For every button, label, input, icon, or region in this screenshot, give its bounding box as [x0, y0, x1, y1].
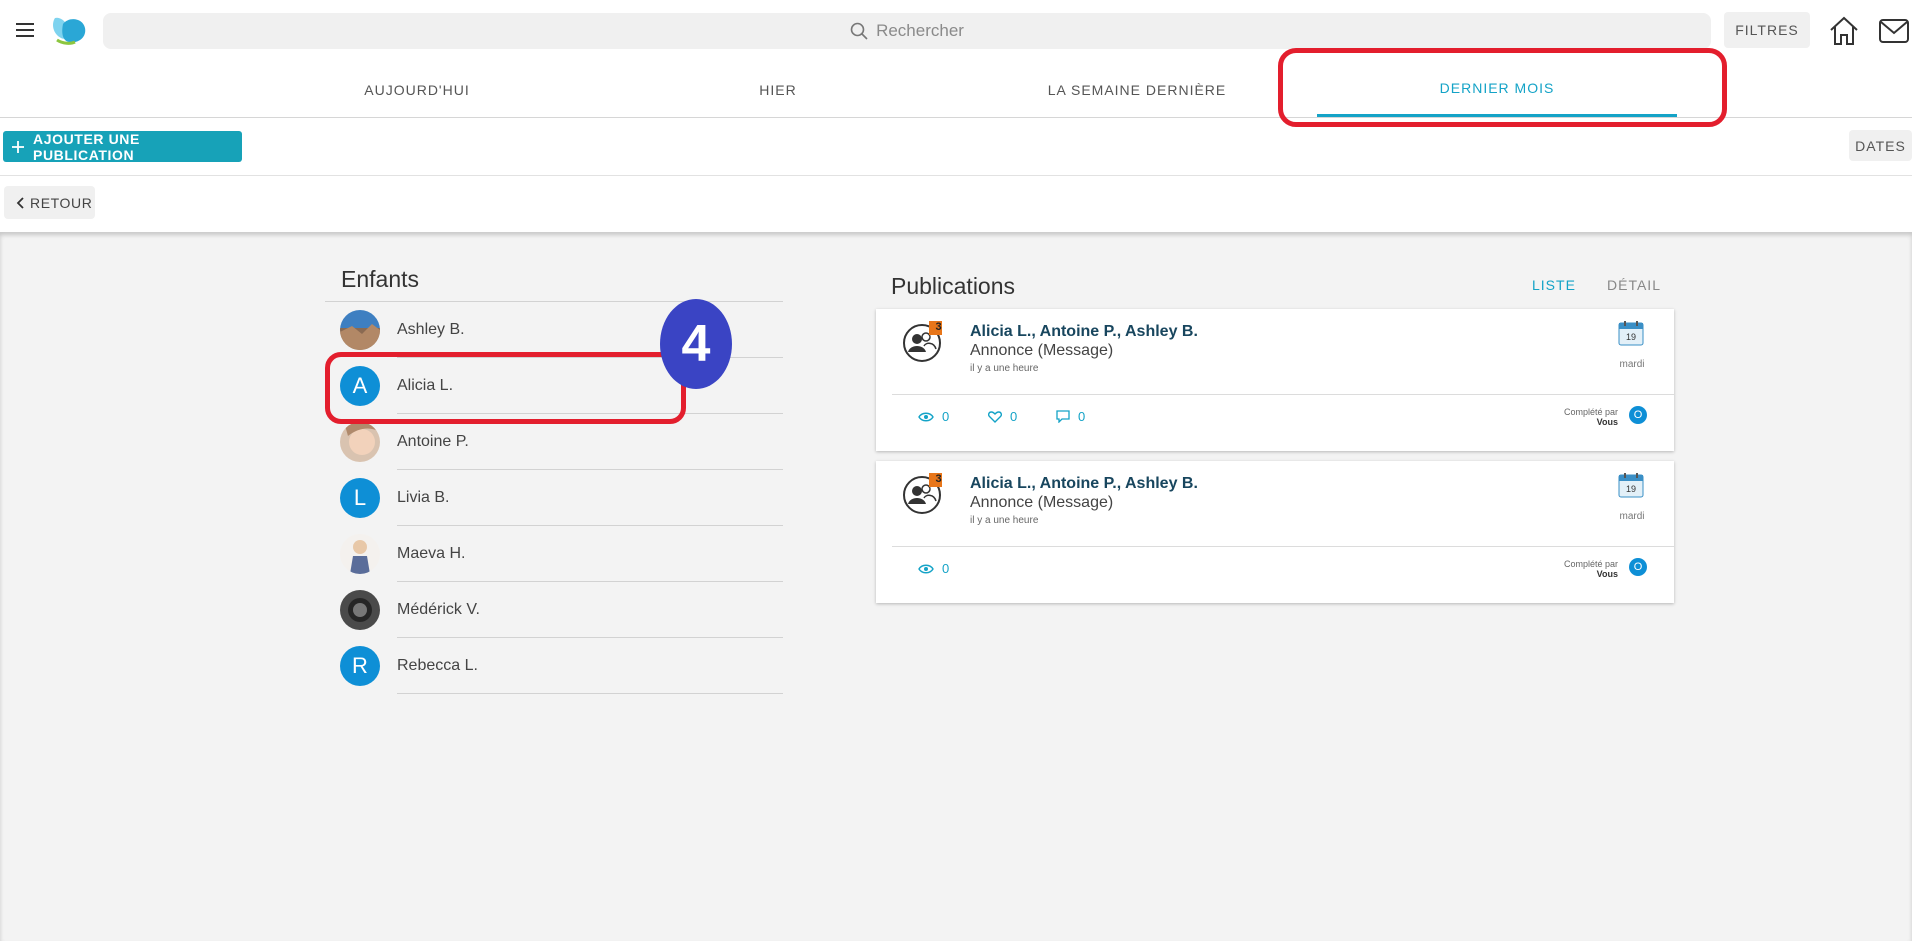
- comments-count: 0: [1078, 409, 1086, 424]
- publications-heading: Publications: [891, 273, 1016, 299]
- publication-type: Annonce (Message): [970, 342, 1114, 359]
- publication-card[interactable]: 3 Alicia L., Antoine P., Ashley B. Annon…: [876, 309, 1674, 451]
- card-divider: [892, 546, 1674, 547]
- heart-icon: [988, 410, 1002, 423]
- avatar: [340, 422, 380, 462]
- back-button[interactable]: RETOUR: [4, 186, 95, 219]
- chevron-left-icon: [16, 196, 24, 209]
- views-stat[interactable]: 0: [918, 561, 949, 576]
- dates-button[interactable]: DATES: [1849, 130, 1912, 161]
- completed-label: Complété par: [1563, 559, 1618, 569]
- calendar-day: 19: [1625, 332, 1636, 342]
- menu-icon[interactable]: [14, 22, 36, 38]
- view-detail-toggle[interactable]: DÉTAIL: [1607, 277, 1661, 293]
- completed-by: Complété par Vous: [1564, 559, 1618, 579]
- publication-type: Annonce (Message): [970, 494, 1114, 511]
- app-logo-icon[interactable]: [49, 14, 89, 46]
- likes-stat[interactable]: 0: [988, 409, 1017, 424]
- child-item-rebecca[interactable]: R Rebecca L.: [340, 638, 783, 694]
- avatar: L: [340, 478, 380, 518]
- home-icon[interactable]: [1828, 15, 1860, 47]
- filters-button[interactable]: FILTRES: [1724, 12, 1810, 48]
- card-divider: [892, 394, 1674, 395]
- publication-weekday: mardi: [1619, 359, 1645, 370]
- avatar: [340, 534, 380, 574]
- group-count: 3: [935, 473, 942, 485]
- add-publication-label: AJOUTER UNE PUBLICATION: [33, 130, 140, 163]
- annotation-highlight-tab: [1278, 48, 1727, 127]
- annotation-highlight-child: [325, 352, 686, 424]
- back-label: RETOUR: [30, 194, 93, 211]
- search-icon: [850, 22, 868, 40]
- plus-icon: [11, 140, 25, 154]
- publication-card[interactable]: 3 Alicia L., Antoine P., Ashley B. Annon…: [876, 461, 1674, 603]
- completed-label: Complété par: [1563, 407, 1618, 417]
- completed-by: Complété par Vous: [1564, 407, 1618, 427]
- publication-time: il y a une heure: [970, 363, 1039, 374]
- likes-count: 0: [1010, 409, 1018, 424]
- publication-recipients: Alicia L., Antoine P., Ashley B.: [970, 323, 1198, 340]
- views-count: 0: [942, 561, 950, 576]
- child-name: Rebecca L.: [397, 638, 783, 694]
- view-list-toggle[interactable]: LISTE: [1532, 277, 1576, 293]
- child-name: Maeva H.: [397, 526, 783, 582]
- comments-stat[interactable]: 0: [1056, 409, 1085, 424]
- calendar-day: 19: [1625, 484, 1636, 494]
- search-input[interactable]: Rechercher: [103, 13, 1711, 49]
- children-heading: Enfants: [341, 266, 419, 292]
- tab-today[interactable]: AUJOURD'HUI: [262, 62, 572, 118]
- completed-user: Vous: [1596, 417, 1618, 427]
- eye-icon: [918, 563, 934, 575]
- completed-user: Vous: [1596, 569, 1618, 579]
- child-name: Livia B.: [397, 470, 783, 526]
- add-publication-button[interactable]: AJOUTER UNE PUBLICATION: [3, 130, 242, 163]
- mail-icon[interactable]: [1878, 17, 1910, 45]
- child-item-livia[interactable]: L Livia B.: [340, 470, 783, 526]
- annotation-step-badge: 4: [660, 299, 732, 389]
- child-item-maeva[interactable]: Maeva H.: [340, 526, 783, 582]
- avatar: O: [1629, 406, 1647, 424]
- avatar: [340, 310, 380, 350]
- eye-icon: [918, 411, 934, 423]
- publication-time: il y a une heure: [970, 515, 1039, 526]
- comment-icon: [1056, 410, 1070, 423]
- search-placeholder: Rechercher: [876, 21, 964, 40]
- publication-recipients: Alicia L., Antoine P., Ashley B.: [970, 475, 1198, 492]
- views-stat[interactable]: 0: [918, 409, 949, 424]
- tab-last-week[interactable]: LA SEMAINE DERNIÈRE: [982, 62, 1292, 118]
- publication-weekday: mardi: [1619, 511, 1645, 522]
- group-count: 3: [935, 321, 942, 333]
- avatar: R: [340, 646, 380, 686]
- tab-yesterday[interactable]: HIER: [623, 62, 933, 118]
- avatar: [340, 590, 380, 630]
- toolbar-divider: [0, 175, 1912, 176]
- child-name: Médérick V.: [397, 582, 783, 638]
- child-item-mederick[interactable]: Médérick V.: [340, 582, 783, 638]
- avatar: O: [1629, 558, 1647, 576]
- views-count: 0: [942, 409, 950, 424]
